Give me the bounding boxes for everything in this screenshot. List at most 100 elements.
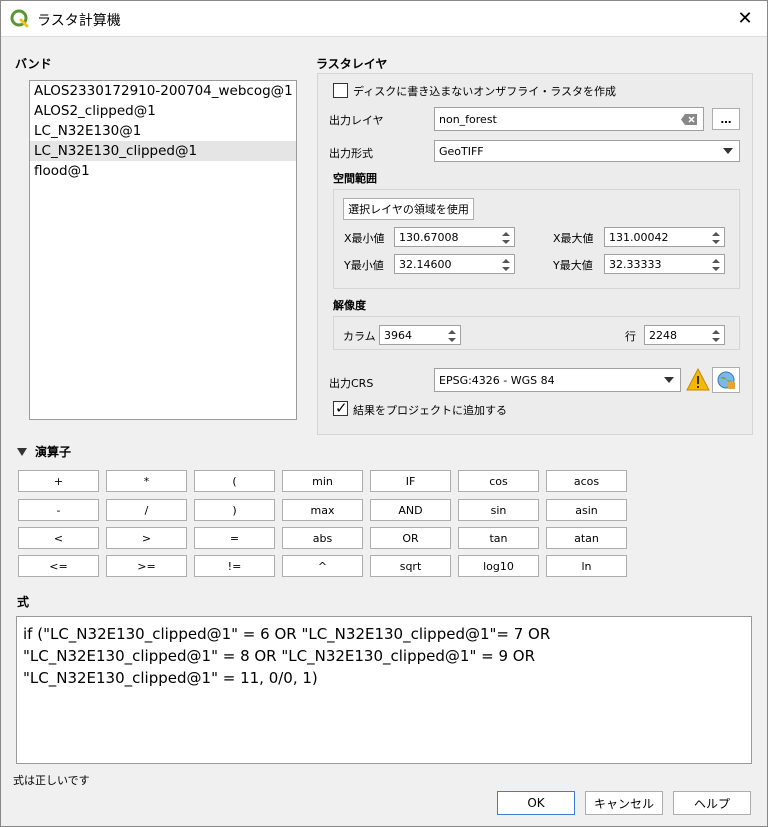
rows-value: 2248 (649, 328, 677, 342)
columns-label: カラム (343, 330, 376, 343)
operator-button[interactable]: max (282, 499, 363, 521)
operator-button[interactable]: > (106, 527, 187, 549)
ok-button[interactable]: OK (497, 791, 575, 815)
expression-line: "LC_N32E130_clipped@1" = 8 OR "LC_N32E13… (23, 647, 535, 665)
on-the-fly-checkbox[interactable] (333, 83, 348, 98)
spin-arrows-icon[interactable] (501, 230, 511, 246)
xmax-value: 131.00042 (609, 230, 669, 244)
checkmark-icon: ✓ (335, 399, 348, 417)
operator-button[interactable]: = (194, 527, 275, 549)
qgis-logo-icon (10, 9, 29, 28)
operator-button[interactable]: AND (370, 499, 451, 521)
expression-line: if ("LC_N32E130_clipped@1" = 6 OR "LC_N3… (23, 625, 551, 643)
spin-arrows-icon[interactable] (447, 328, 457, 344)
operator-button[interactable]: < (18, 527, 99, 549)
ymin-label: Y最小値 (344, 259, 384, 272)
clear-text-icon[interactable] (681, 114, 697, 125)
expression-line: "LC_N32E130_clipped@1" = 11, 0/0, 1) (23, 669, 318, 687)
warning-icon (686, 368, 710, 391)
chevron-down-icon (664, 377, 674, 383)
output-crs-label: 出力CRS (329, 377, 374, 390)
raster-layer-header: ラスタレイヤ (316, 57, 388, 71)
output-format-label: 出力形式 (329, 147, 373, 160)
operator-button[interactable]: ^ (282, 555, 363, 577)
operator-button[interactable]: sin (458, 499, 539, 521)
window-title: ラスタ計算機 (37, 13, 121, 29)
output-crs-select[interactable]: EPSG:4326 - WGS 84 (434, 368, 681, 392)
operator-button[interactable]: abs (282, 527, 363, 549)
operator-button[interactable]: ( (194, 470, 275, 492)
raster-calculator-dialog: ラスタ計算機 ✕ バンド ALOS2330172910-200704_webco… (0, 0, 768, 827)
operator-button[interactable]: + (18, 470, 99, 492)
ymin-spinbox[interactable]: 32.14600 (394, 254, 515, 274)
operator-button[interactable]: atan (546, 527, 627, 549)
output-crs-value: EPSG:4326 - WGS 84 (439, 373, 555, 387)
use-selected-extent-button[interactable]: 選択レイヤの領域を使用 (343, 198, 474, 220)
rows-spinbox[interactable]: 2248 (644, 325, 725, 345)
operator-button[interactable]: * (106, 470, 187, 492)
operator-button[interactable]: IF (370, 470, 451, 492)
output-layer-label: 出力レイヤ (329, 114, 384, 127)
output-format-value: GeoTIFF (439, 144, 484, 158)
operators-header: 演算子 (35, 445, 72, 459)
operator-button[interactable]: - (18, 499, 99, 521)
xmax-label: X最大値 (553, 232, 594, 245)
expression-editor[interactable]: if ("LC_N32E130_clipped@1" = 6 OR "LC_N3… (16, 616, 752, 764)
operator-button[interactable]: sqrt (370, 555, 451, 577)
extent-header: 空間範囲 (333, 172, 377, 185)
spin-arrows-icon[interactable] (501, 257, 511, 273)
operator-button[interactable]: OR (370, 527, 451, 549)
band-list[interactable]: ALOS2330172910-200704_webcog@1 ALOS2_cli… (29, 80, 297, 420)
spin-arrows-icon[interactable] (711, 230, 721, 246)
spin-arrows-icon[interactable] (711, 257, 721, 273)
xmin-label: X最小値 (344, 232, 385, 245)
columns-value: 3964 (384, 328, 412, 342)
bands-header: バンド (15, 57, 52, 71)
ymax-spinbox[interactable]: 32.33333 (604, 254, 725, 274)
operator-button[interactable]: log10 (458, 555, 539, 577)
output-layer-input[interactable]: non_forest (434, 107, 704, 131)
help-button[interactable]: ヘルプ (673, 791, 751, 815)
output-layer-value: non_forest (439, 112, 497, 126)
operator-button[interactable]: asin (546, 499, 627, 521)
operator-button[interactable]: cos (458, 470, 539, 492)
operator-button[interactable]: min (282, 470, 363, 492)
band-item[interactable]: flood@1 (30, 161, 296, 181)
select-crs-button[interactable] (712, 367, 740, 393)
cancel-button[interactable]: キャンセル (585, 791, 663, 815)
band-item[interactable]: LC_N32E130@1 (30, 121, 296, 141)
operator-button[interactable]: >= (106, 555, 187, 577)
expression-status: 式は正しいです (13, 774, 90, 787)
ymax-value: 32.33333 (609, 257, 662, 271)
title-bar: ラスタ計算機 ✕ (1, 1, 767, 37)
expression-header: 式 (17, 595, 30, 609)
globe-icon (717, 371, 735, 389)
add-to-project-checkbox[interactable]: ✓ (333, 399, 348, 417)
chevron-down-icon (723, 148, 733, 154)
on-the-fly-label: ディスクに書き込まないオンザフライ・ラスタを作成 (353, 85, 617, 98)
operator-button[interactable]: acos (546, 470, 627, 492)
band-item-selected[interactable]: LC_N32E130_clipped@1 (30, 141, 296, 161)
band-item[interactable]: ALOS2_clipped@1 (30, 101, 296, 121)
operator-button[interactable]: != (194, 555, 275, 577)
resolution-header: 解像度 (333, 299, 366, 312)
operator-button[interactable]: <= (18, 555, 99, 577)
operator-button[interactable]: / (106, 499, 187, 521)
operator-button[interactable]: ) (194, 499, 275, 521)
ymax-label: Y最大値 (553, 259, 593, 272)
xmax-spinbox[interactable]: 131.00042 (604, 227, 725, 247)
ymin-value: 32.14600 (399, 257, 452, 271)
output-format-select[interactable]: GeoTIFF (434, 140, 740, 162)
xmin-spinbox[interactable]: 130.67008 (394, 227, 515, 247)
rows-label: 行 (625, 330, 636, 343)
operator-button[interactable]: tan (458, 527, 539, 549)
close-button[interactable]: ✕ (731, 5, 759, 33)
operator-button[interactable]: ln (546, 555, 627, 577)
add-to-project-label: 結果をプロジェクトに追加する (353, 404, 507, 417)
browse-button[interactable]: … (712, 108, 740, 130)
band-item[interactable]: ALOS2330172910-200704_webcog@1 (30, 81, 296, 101)
collapse-arrow-icon[interactable] (17, 448, 27, 456)
xmin-value: 130.67008 (399, 230, 459, 244)
spin-arrows-icon[interactable] (711, 328, 721, 344)
columns-spinbox[interactable]: 3964 (379, 325, 461, 345)
